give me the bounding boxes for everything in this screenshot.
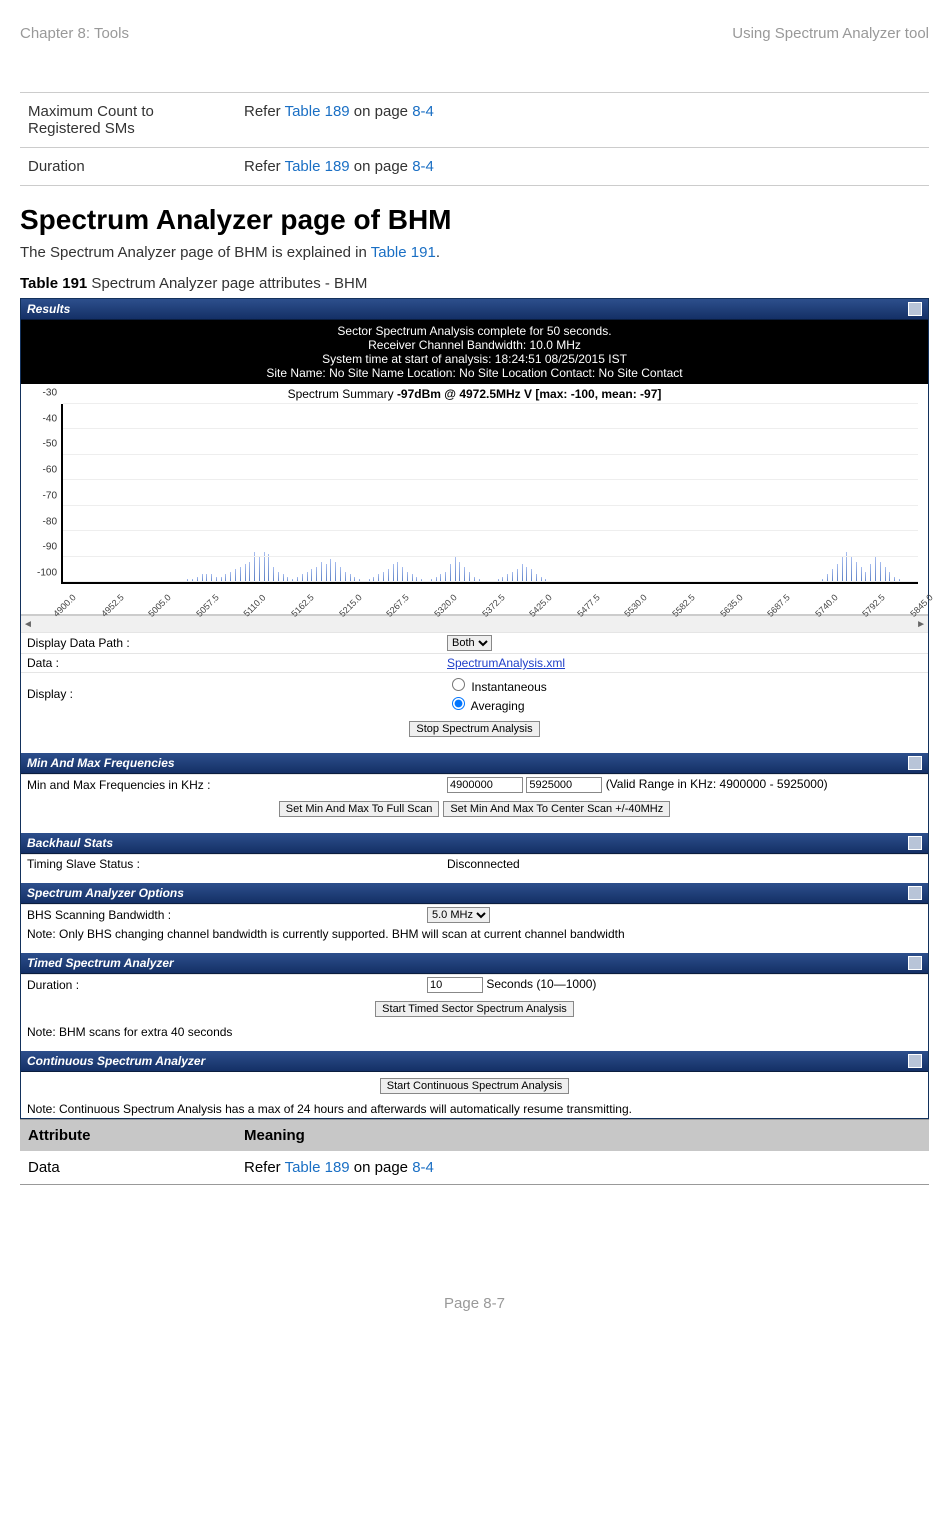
scroll-right-icon[interactable]: ►: [916, 619, 926, 630]
screenshot-panel: Results Sector Spectrum Analysis complet…: [20, 298, 929, 1119]
page-link[interactable]: 8-4: [412, 158, 434, 175]
minmax-row: Min and Max Frequencies in KHz : (Valid …: [21, 774, 928, 795]
meaning-cell: Refer Table 189 on page 8-4: [236, 93, 929, 148]
continuous-note: Note: Continuous Spectrum Analysis has a…: [21, 1100, 928, 1118]
attr-header: Attribute: [20, 1120, 236, 1152]
bandwidth-select[interactable]: 5.0 MHz: [427, 907, 490, 923]
options-note: Note: Only BHS changing channel bandwidt…: [21, 925, 928, 943]
page-link[interactable]: 8-4: [412, 1159, 434, 1176]
stop-analysis-button[interactable]: Stop Spectrum Analysis: [409, 721, 539, 737]
data-xml-link[interactable]: SpectrumAnalysis.xml: [447, 656, 565, 670]
page-footer: Page 8-7: [0, 1185, 949, 1342]
meaning-cell: Refer Table 189 on page 8-4: [236, 148, 929, 186]
duration-input[interactable]: [427, 977, 483, 993]
continuous-header: Continuous Spectrum Analyzer: [21, 1051, 928, 1072]
minmax-header: Min And Max Frequencies: [21, 753, 928, 774]
top-reference-table: Maximum Count to Registered SMs Refer Ta…: [20, 92, 929, 186]
collapse-icon[interactable]: [908, 836, 922, 850]
collapse-icon[interactable]: [908, 956, 922, 970]
attr-cell: Duration: [20, 148, 236, 186]
instantaneous-radio[interactable]: [452, 678, 465, 691]
display-row: Display : Instantaneous Averaging: [21, 672, 928, 715]
intro-paragraph: The Spectrum Analyzer page of BHM is exp…: [20, 244, 929, 261]
min-freq-input[interactable]: [447, 777, 523, 793]
section-heading: Spectrum Analyzer page of BHM: [20, 204, 929, 236]
table-link[interactable]: Table 191: [371, 244, 436, 261]
table-row: Maximum Count to Registered SMs Refer Ta…: [20, 93, 929, 148]
meaning-header: Meaning: [236, 1120, 929, 1152]
table-link[interactable]: Table 189: [285, 158, 350, 175]
timing-slave-row: Timing Slave Status :Disconnected: [21, 854, 928, 873]
display-data-path-row: Display Data Path : Both: [21, 632, 928, 653]
attribute-table: AttributeMeaning Data Refer Table 189 on…: [20, 1119, 929, 1185]
options-header: Spectrum Analyzer Options: [21, 883, 928, 904]
collapse-icon[interactable]: [908, 886, 922, 900]
scroll-left-icon[interactable]: ◄: [23, 619, 33, 630]
header-left: Chapter 8: Tools: [20, 25, 129, 42]
timed-header: Timed Spectrum Analyzer: [21, 953, 928, 974]
full-scan-button[interactable]: Set Min And Max To Full Scan: [279, 801, 440, 817]
table-caption: Table 191 Spectrum Analyzer page attribu…: [20, 275, 929, 292]
start-timed-button[interactable]: Start Timed Sector Spectrum Analysis: [375, 1001, 574, 1017]
spectrum-summary: Spectrum Summary -97dBm @ 4972.5MHz V [m…: [21, 384, 928, 404]
collapse-icon[interactable]: [908, 302, 922, 316]
status-block: Sector Spectrum Analysis complete for 50…: [21, 320, 928, 384]
display-data-path-select[interactable]: Both: [447, 635, 492, 651]
center-scan-button[interactable]: Set Min And Max To Center Scan +/-40MHz: [443, 801, 670, 817]
averaging-radio[interactable]: [452, 697, 465, 710]
timed-note: Note: BHM scans for extra 40 seconds: [21, 1023, 928, 1041]
collapse-icon[interactable]: [908, 756, 922, 770]
attr-cell: Maximum Count to Registered SMs: [20, 93, 236, 148]
table-link[interactable]: Table 189: [285, 103, 350, 120]
table-row: Duration Refer Table 189 on page 8-4: [20, 148, 929, 186]
start-continuous-button[interactable]: Start Continuous Spectrum Analysis: [380, 1078, 569, 1094]
table-row: Data Refer Table 189 on page 8-4: [20, 1151, 929, 1185]
data-row: Data : SpectrumAnalysis.xml: [21, 653, 928, 672]
collapse-icon[interactable]: [908, 1054, 922, 1068]
chart-scrollbar[interactable]: ◄►: [21, 615, 928, 632]
bandwidth-row: BHS Scanning Bandwidth : 5.0 MHz: [21, 904, 928, 925]
max-freq-input[interactable]: [526, 777, 602, 793]
results-header: Results: [21, 299, 928, 320]
duration-row: Duration : Seconds (10—1000): [21, 974, 928, 995]
header-right: Using Spectrum Analyzer tool: [732, 25, 929, 42]
backhaul-header: Backhaul Stats: [21, 833, 928, 854]
spectrum-chart: -30-40-50-60-70-80-90-100 4900.04952.550…: [21, 404, 928, 615]
table-link[interactable]: Table 189: [285, 1159, 350, 1176]
page-link[interactable]: 8-4: [412, 103, 434, 120]
